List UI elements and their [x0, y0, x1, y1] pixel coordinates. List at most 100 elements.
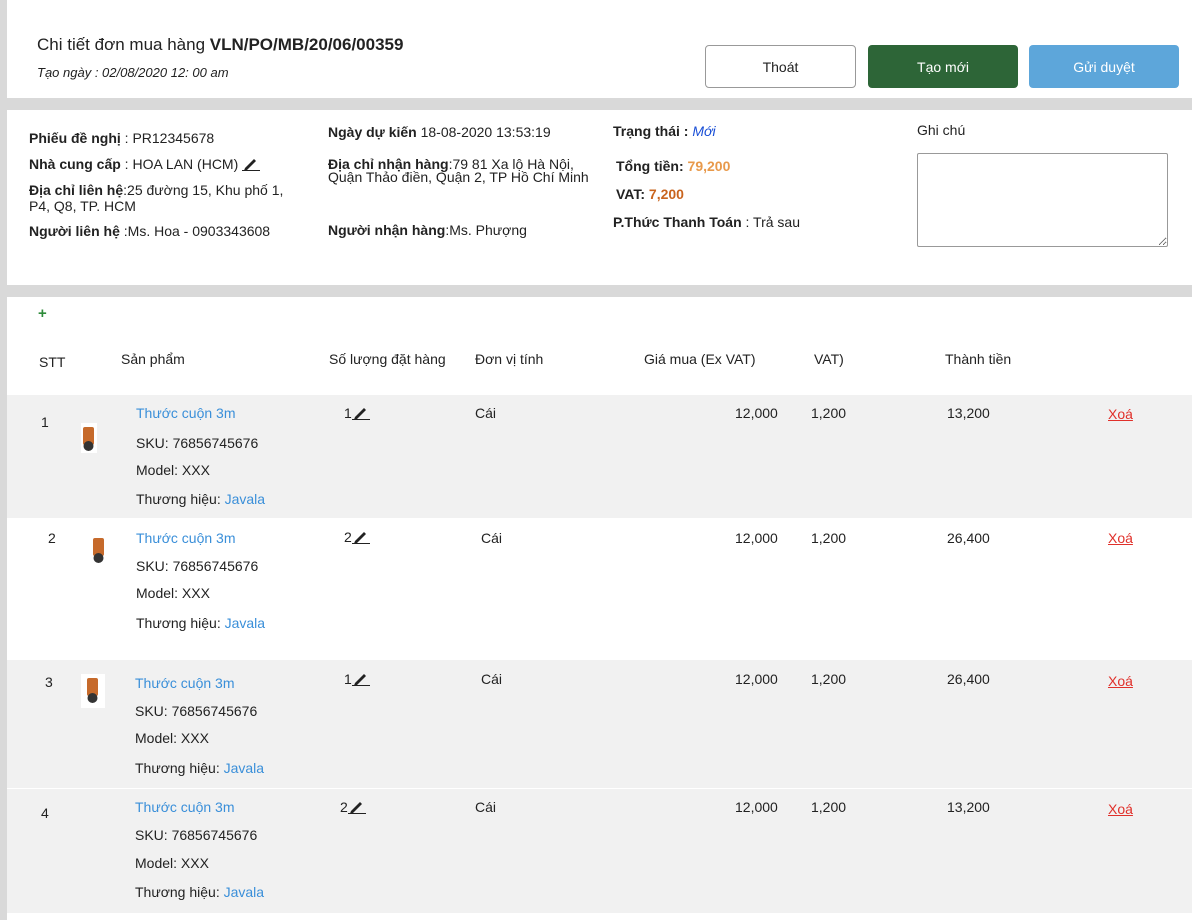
- left-edge: [0, 0, 7, 920]
- delete-link[interactable]: Xoá: [1108, 530, 1133, 546]
- vat-cell: 1,200: [811, 530, 847, 546]
- header-unit: Đơn vị tính: [475, 351, 544, 367]
- edit-qty-icon[interactable]: [351, 530, 370, 547]
- row-stt: 1: [41, 414, 49, 430]
- edit-qty-icon[interactable]: [347, 800, 366, 817]
- payment-field: P.Thức Thanh Toán : Trả sau: [613, 214, 800, 230]
- qty-value: 1: [344, 671, 352, 687]
- payment-value: : Trả sau: [741, 214, 800, 230]
- product-thumbnail: [79, 423, 97, 453]
- edit-supplier-icon[interactable]: [242, 157, 261, 174]
- sku-label: SKU:: [136, 435, 173, 451]
- table-row: 1 Thước cuộn 3m SKU: 76856745676 Model: …: [7, 395, 1192, 518]
- brand-label: Thương hiệu:: [135, 884, 224, 900]
- model-label: Model:: [136, 462, 182, 478]
- divider: [7, 285, 1192, 297]
- expected-date-label: Ngày dự kiến: [328, 124, 417, 140]
- product-brand: Thương hiệu: Javala: [136, 491, 265, 507]
- vat-field: VAT: 7,200: [616, 186, 684, 202]
- note-label: Ghi chú: [917, 122, 966, 138]
- contact-person-value: :Ms. Hoa - 0903343608: [119, 223, 271, 239]
- unit-cell: Cái: [481, 530, 503, 546]
- total-cell: 26,400: [947, 530, 990, 546]
- header-price: Giá mua (Ex VAT): [644, 351, 756, 367]
- price-cell: 12,000: [735, 405, 778, 421]
- total-field: Tổng tiền: 79,200: [616, 158, 730, 174]
- product-brand: Thương hiệu: Javala: [135, 760, 264, 776]
- delete-link[interactable]: Xoá: [1108, 801, 1133, 817]
- product-name-link[interactable]: Thước cuộn 3m: [135, 799, 234, 815]
- delete-link[interactable]: Xoá: [1108, 406, 1133, 422]
- qty-value: 2: [340, 799, 348, 815]
- product-name-link[interactable]: Thước cuộn 3m: [136, 405, 235, 421]
- total-value: 79,200: [687, 158, 731, 174]
- table-row: 3 Thước cuộn 3m SKU: 76856745676 Model: …: [7, 660, 1192, 788]
- sku-value: 76856745676: [171, 703, 258, 719]
- total-cell: 13,200: [947, 405, 990, 421]
- page-header: Chi tiết đơn mua hàng VLN/PO/MB/20/06/00…: [7, 0, 1192, 98]
- contact-person-label: Người liên hệ: [29, 223, 120, 239]
- shipping-address-field: Địa chỉ nhận hàng:79 81 Xa lộ Hà Nội, Qu…: [328, 157, 608, 184]
- product-name-link[interactable]: Thước cuộn 3m: [136, 530, 235, 546]
- payment-label: P.Thức Thanh Toán: [613, 214, 742, 230]
- product-thumbnail: [81, 674, 105, 708]
- brand-link[interactable]: Javala: [224, 760, 264, 776]
- status-label: Trạng thái :: [613, 123, 689, 139]
- qty-cell: 1: [344, 671, 370, 689]
- product-sku: SKU: 76856745676: [135, 827, 257, 843]
- model-label: Model:: [135, 855, 181, 871]
- request-field: Phiếu đề nghị : PR12345678: [29, 130, 214, 146]
- brand-link[interactable]: Javala: [224, 884, 264, 900]
- product-brand: Thương hiệu: Javala: [136, 615, 265, 631]
- request-value: : PR12345678: [120, 130, 215, 146]
- supplier-value: : HOA LAN (HCM): [120, 156, 239, 172]
- header-stt: STT: [39, 354, 66, 370]
- title-prefix: Chi tiết đơn mua hàng: [37, 35, 210, 54]
- table-row: 4 Thước cuộn 3m SKU: 76856745676 Model: …: [7, 788, 1192, 913]
- product-sku: SKU: 76856745676: [135, 703, 257, 719]
- delete-link[interactable]: Xoá: [1108, 673, 1133, 689]
- sku-value: 76856745676: [172, 558, 259, 574]
- contact-person-field: Người liên hệ :Ms. Hoa - 0903343608: [29, 223, 270, 239]
- unit-cell: Cái: [475, 405, 497, 421]
- create-new-button[interactable]: Tạo mới: [868, 45, 1018, 88]
- vat-value: 7,200: [648, 186, 684, 202]
- table-row: 2 Thước cuộn 3m SKU: 76856745676 Model: …: [7, 518, 1192, 648]
- total-label: Tổng tiền:: [616, 158, 688, 174]
- sku-label: SKU:: [136, 558, 173, 574]
- product-model: Model: XXX: [136, 462, 210, 478]
- brand-link[interactable]: Javala: [225, 491, 265, 507]
- product-name-link[interactable]: Thước cuộn 3m: [135, 675, 234, 691]
- page-title: Chi tiết đơn mua hàng VLN/PO/MB/20/06/00…: [37, 35, 403, 55]
- brand-label: Thương hiệu:: [136, 491, 225, 507]
- model-label: Model:: [136, 585, 182, 601]
- header-vat: VAT): [814, 351, 844, 367]
- model-label: Model:: [135, 730, 181, 746]
- note-textarea[interactable]: [917, 153, 1168, 247]
- expected-date-field: Ngày dự kiến 18-08-2020 13:53:19: [328, 124, 551, 140]
- exit-button[interactable]: Thoát: [705, 45, 856, 88]
- po-code: VLN/PO/MB/20/06/00359: [209, 35, 404, 54]
- product-brand: Thương hiệu: Javala: [135, 884, 264, 900]
- model-value: XXX: [180, 730, 209, 746]
- receiver-label: Người nhận hàng: [328, 222, 446, 238]
- row-stt: 3: [45, 674, 53, 690]
- price-cell: 12,000: [735, 530, 778, 546]
- sku-label: SKU:: [135, 703, 172, 719]
- vat-cell: 1,200: [811, 799, 847, 815]
- row-stt: 4: [41, 805, 49, 821]
- model-value: XXX: [181, 462, 210, 478]
- unit-cell: Cái: [475, 799, 497, 815]
- divider: [7, 98, 1192, 110]
- qty-cell: 2: [344, 529, 370, 547]
- product-sku: SKU: 76856745676: [136, 558, 258, 574]
- edit-qty-icon[interactable]: [351, 672, 370, 689]
- submit-approval-button[interactable]: Gửi duyệt: [1029, 45, 1179, 88]
- add-row-icon[interactable]: +: [38, 305, 47, 322]
- brand-link[interactable]: Javala: [225, 615, 265, 631]
- edit-qty-icon[interactable]: [351, 406, 370, 423]
- status-field: Trạng thái : Mới: [613, 123, 716, 139]
- contact-address-label: Địa chỉ liên hệ: [29, 182, 124, 198]
- product-sku: SKU: 76856745676: [136, 435, 258, 451]
- qty-cell: 2: [340, 799, 366, 817]
